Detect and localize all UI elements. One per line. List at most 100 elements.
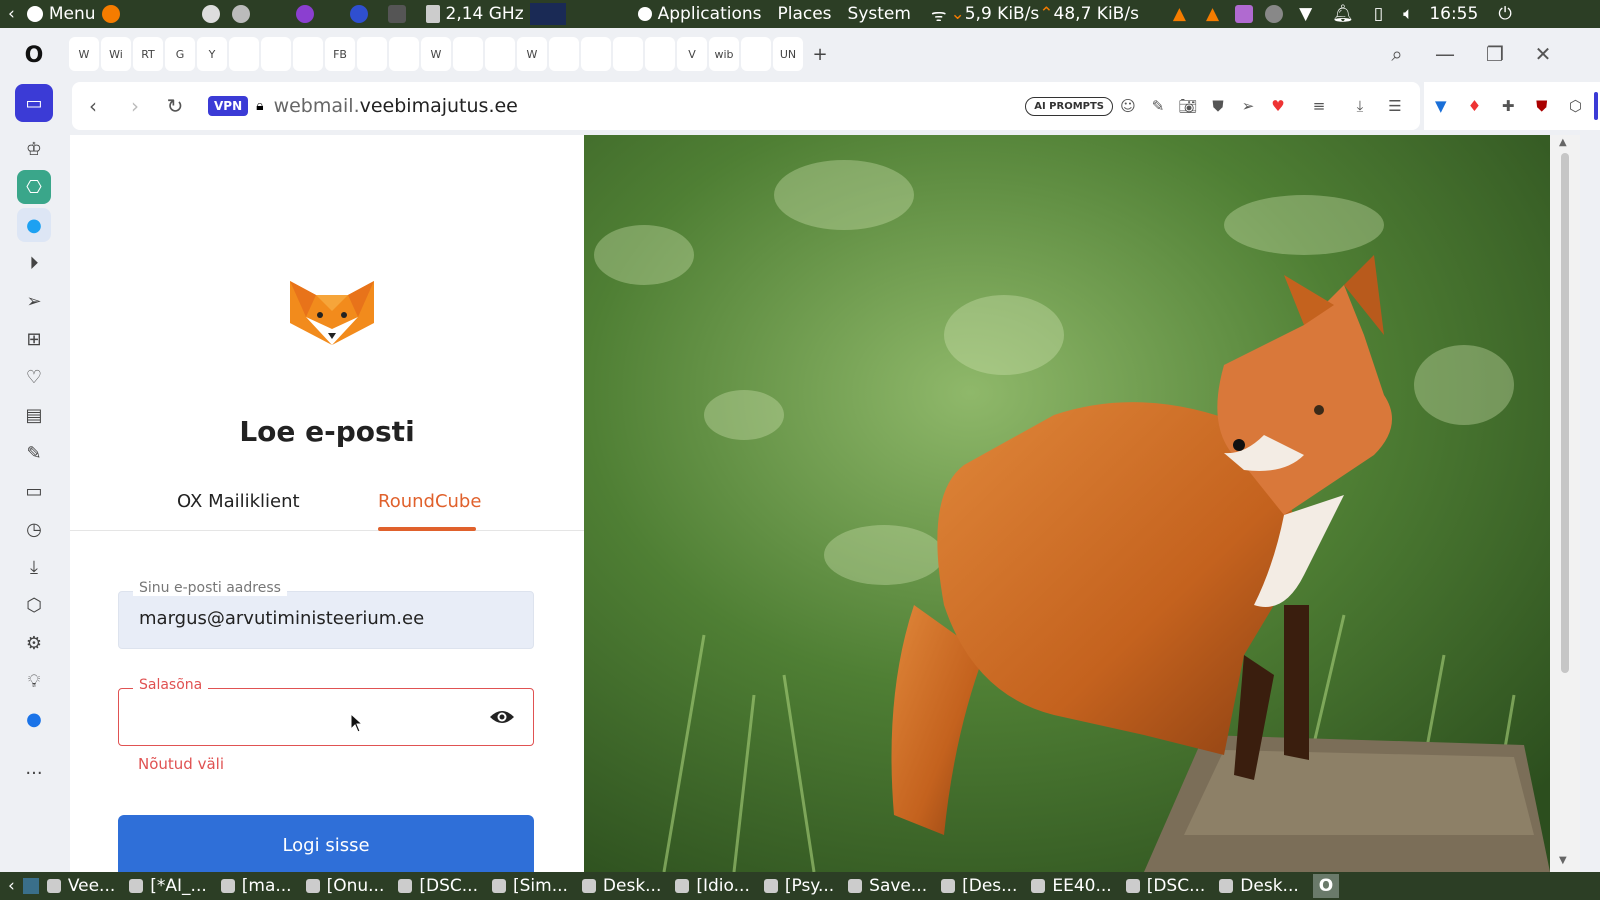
forward-icon[interactable]: ›: [118, 89, 152, 123]
browser-tab[interactable]: UN: [773, 37, 803, 71]
browser-tab[interactable]: W: [421, 37, 451, 71]
tab-roundcube[interactable]: RoundCube: [378, 491, 481, 512]
chat-bubble-icon[interactable]: ●: [17, 702, 51, 736]
tabs-icon[interactable]: ▭: [17, 474, 51, 508]
download-icon[interactable]: ⤓: [1348, 94, 1372, 118]
browser-tab[interactable]: FB: [325, 37, 355, 71]
applications-menu[interactable]: Applications: [658, 4, 762, 24]
browser-tab[interactable]: [613, 37, 643, 71]
browser-tab[interactable]: wib: [709, 37, 739, 71]
volume-icon[interactable]: 🔈︎: [1403, 4, 1413, 24]
browser-tab[interactable]: W: [517, 37, 547, 71]
pinboard-icon[interactable]: ✎: [17, 436, 51, 470]
easy-setup-icon[interactable]: ☰: [1383, 94, 1407, 118]
opera-logo-icon[interactable]: O: [17, 38, 51, 72]
browser-tab[interactable]: [261, 37, 291, 71]
scroll-up-icon[interactable]: ▲: [1559, 137, 1567, 148]
more-icon[interactable]: ···: [17, 756, 51, 790]
emoji-icon[interactable]: ☺: [1116, 94, 1140, 118]
browser-tab[interactable]: [293, 37, 323, 71]
wifi-icon[interactable]: ᯤ: [931, 3, 947, 26]
browser-tab[interactable]: [389, 37, 419, 71]
scrollbar-thumb[interactable]: [1561, 153, 1569, 673]
battery-saver-icon[interactable]: ≡: [1307, 94, 1331, 118]
applications-icon[interactable]: [637, 7, 652, 21]
power-icon[interactable]: ⏻: [1498, 4, 1511, 24]
password-field[interactable]: Salasõna: [118, 677, 534, 746]
bulb-icon[interactable]: 💡︎: [17, 664, 51, 698]
opera-icon[interactable]: [349, 5, 368, 23]
browser-tab[interactable]: [741, 37, 771, 71]
terminal-icon[interactable]: [387, 5, 406, 23]
battery-icon[interactable]: ▯: [1374, 4, 1383, 24]
taskbar-item[interactable]: Save...: [848, 876, 927, 896]
page-scrollbar[interactable]: ▲ ▼: [1550, 135, 1580, 872]
browser-tab[interactable]: [549, 37, 579, 71]
extensions-grid-icon[interactable]: ⊞: [17, 322, 51, 356]
url-field[interactable]: webmail.veebimajutus.ee: [274, 95, 518, 117]
extension-cube-icon[interactable]: ⬡: [1563, 94, 1587, 118]
browser-tab[interactable]: [645, 37, 675, 71]
vpn-badge[interactable]: VPN: [208, 96, 249, 116]
browser-tab[interactable]: [485, 37, 515, 71]
menu-button[interactable]: Menu: [49, 4, 96, 24]
twitter-icon[interactable]: ●: [17, 208, 51, 242]
settings-gear-icon[interactable]: ⚙: [17, 626, 51, 660]
chatgpt-icon[interactable]: ⎔: [17, 170, 51, 204]
clock[interactable]: 16:55: [1429, 4, 1478, 24]
tab-search-icon[interactable]: ⌕: [1380, 37, 1414, 71]
minimize-icon[interactable]: —: [1428, 37, 1462, 71]
taskbar-left-arrow-icon[interactable]: ‹: [8, 876, 15, 896]
heart-icon[interactable]: ♡: [17, 360, 51, 394]
taskbar-item[interactable]: EE40...: [1031, 876, 1112, 896]
send-icon-2[interactable]: ➢: [1236, 94, 1260, 118]
bell-icon[interactable]: 🔔︎: [1332, 4, 1354, 24]
player-icon[interactable]: ⏵: [17, 246, 51, 280]
show-desktop-icon[interactable]: [22, 878, 39, 894]
browser-tab[interactable]: V: [677, 37, 707, 71]
close-window-icon[interactable]: ✕: [1526, 37, 1560, 71]
browser-tab[interactable]: W: [69, 37, 99, 71]
taskbar-item[interactable]: [Idio...: [675, 876, 750, 896]
new-tab-button[interactable]: +: [805, 37, 835, 71]
browser-tab[interactable]: Y: [197, 37, 227, 71]
vlc-icon[interactable]: ▲: [1173, 4, 1186, 24]
eye-icon[interactable]: [489, 707, 515, 727]
downloads-icon[interactable]: ⤓: [17, 550, 51, 584]
extension-fire-icon[interactable]: ♦: [1462, 94, 1486, 118]
taskbar-item[interactable]: [ma...: [220, 876, 292, 896]
reload-icon[interactable]: ↻: [158, 89, 192, 123]
favorite-heart-icon[interactable]: ♥: [1266, 94, 1290, 118]
vlc-icon-2[interactable]: ▲: [1206, 4, 1219, 24]
firefox-icon[interactable]: [101, 5, 120, 23]
taskbar-item[interactable]: [DSC...: [398, 876, 478, 896]
taskbar-item[interactable]: Vee...: [46, 876, 115, 896]
chevron-left-icon[interactable]: ‹: [8, 4, 15, 24]
send-icon[interactable]: ➢: [17, 284, 51, 318]
network-icon[interactable]: ▼: [1299, 4, 1312, 24]
lock-icon[interactable]: 🔒︎: [256, 98, 263, 114]
browser-tab[interactable]: RT: [133, 37, 163, 71]
taskbar-item[interactable]: Desk...: [1219, 876, 1299, 896]
restore-icon[interactable]: ❐: [1478, 37, 1512, 71]
tab-ox-mailiklient[interactable]: OX Mailiklient: [177, 491, 300, 512]
taskbar-item[interactable]: [Sim...: [491, 876, 568, 896]
taskbar-item[interactable]: [Psy...: [763, 876, 834, 896]
info-icon[interactable]: [1265, 5, 1284, 23]
aria-icon[interactable]: ♔: [17, 132, 51, 166]
ai-prompts-button[interactable]: AI PROMPTS: [1025, 96, 1113, 116]
scroll-down-icon[interactable]: ▼: [1559, 855, 1567, 866]
login-button[interactable]: Logi sisse: [118, 815, 534, 872]
taskbar-active-item[interactable]: O: [1312, 874, 1340, 898]
camera-icon[interactable]: 📷︎: [1176, 94, 1200, 118]
app-a-icon[interactable]: [201, 5, 220, 23]
box-icon[interactable]: ⬡: [17, 588, 51, 622]
taskbar-item[interactable]: Desk...: [581, 876, 661, 896]
places-menu[interactable]: Places: [777, 4, 831, 24]
back-icon[interactable]: ‹: [76, 89, 110, 123]
browser-tab[interactable]: [357, 37, 387, 71]
history-icon[interactable]: ◷: [17, 512, 51, 546]
podcast-icon[interactable]: [295, 5, 314, 23]
taskbar-item[interactable]: [DSC...: [1125, 876, 1205, 896]
system-menu[interactable]: System: [848, 4, 911, 24]
